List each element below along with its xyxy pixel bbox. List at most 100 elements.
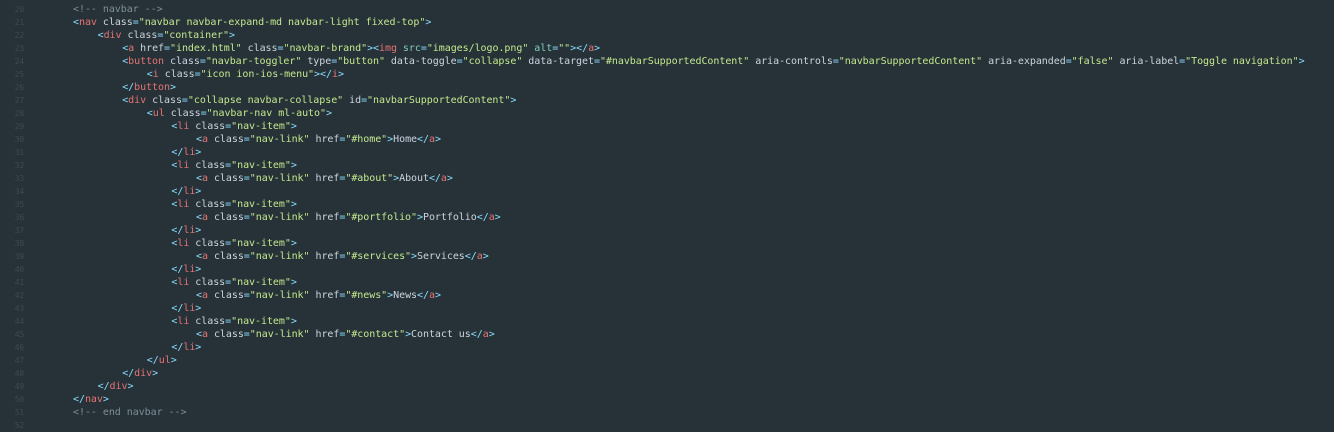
code-token-punct: </ bbox=[122, 368, 135, 379]
code-token-tag: ul bbox=[152, 108, 165, 119]
code-token-str: "nav-link" bbox=[249, 173, 310, 184]
code-token-punct: </ bbox=[146, 355, 159, 366]
code-line[interactable]: 24 <button class="navbar-toggler" type="b… bbox=[0, 55, 1334, 68]
code-line[interactable]: 35 <li class="nav-item"> bbox=[0, 198, 1334, 211]
code-line[interactable]: 40 </li> bbox=[0, 263, 1334, 276]
code-content: <li class="nav-item"> bbox=[122, 159, 297, 172]
code-token-punct: > bbox=[102, 394, 109, 405]
code-line[interactable]: 39 <a class="nav-link" href="#services">S… bbox=[0, 250, 1334, 263]
code-line[interactable]: 20 <!-- navbar --> bbox=[0, 3, 1334, 16]
code-content: </ul> bbox=[98, 354, 177, 367]
code-line[interactable]: 48 </div> bbox=[0, 367, 1334, 380]
code-token-punct: > bbox=[229, 30, 235, 41]
line-number: 34 bbox=[14, 187, 24, 196]
code-token-tag: div bbox=[134, 368, 153, 379]
code-line[interactable]: 44 <li class="nav-item"> bbox=[0, 315, 1334, 328]
code-token-punct: > bbox=[290, 160, 297, 171]
line-number: 20 bbox=[14, 5, 24, 14]
code-token-punct: > bbox=[127, 381, 134, 392]
code-line[interactable]: 47 </ul> bbox=[0, 354, 1334, 367]
code-editor[interactable]: 20 <!-- navbar --> 21 <nav class="navbar na… bbox=[0, 0, 1334, 430]
code-line[interactable]: 32 <li class="nav-item"> bbox=[0, 159, 1334, 172]
code-token-str: "#home" bbox=[345, 134, 388, 145]
code-content: </li> bbox=[122, 302, 201, 315]
code-token-tag: nav bbox=[84, 394, 103, 405]
code-token-str: "nav-item" bbox=[231, 160, 291, 171]
code-token-str: "nav-item" bbox=[231, 121, 291, 132]
code-token-text: Portfolio bbox=[422, 212, 477, 223]
code-token-str: "false" bbox=[1071, 56, 1114, 67]
code-token-punct: > bbox=[290, 121, 297, 132]
code-token-attr: class bbox=[158, 69, 195, 80]
code-line[interactable]: 29 <li class="nav-item"> bbox=[0, 120, 1334, 133]
code-token-tag: li bbox=[177, 121, 190, 132]
code-token-str: "Toggle navigation" bbox=[1185, 56, 1299, 67]
code-token-attr: class bbox=[207, 173, 244, 184]
code-token-tag: div bbox=[128, 95, 147, 106]
code-line[interactable]: 30 <a class="nav-link" href="#home">Home<… bbox=[0, 133, 1334, 146]
code-line[interactable]: 22 <div class="container"> bbox=[0, 29, 1334, 42]
line-number: 32 bbox=[14, 161, 24, 170]
code-token-attr: type bbox=[301, 56, 332, 67]
code-line[interactable]: 25 <i class="icon ion-ios-menu"></i> bbox=[0, 68, 1334, 81]
code-token-punct: ></ bbox=[570, 43, 589, 54]
code-line[interactable]: 42 <a class="nav-link" href="#news">News<… bbox=[0, 289, 1334, 302]
code-token-tag: li bbox=[183, 225, 196, 236]
code-token-str: "nav-item" bbox=[231, 199, 291, 210]
code-line[interactable]: 23 <a href="index.html" class="navbar-bra… bbox=[0, 42, 1334, 55]
code-token-punct: > bbox=[290, 277, 297, 288]
line-number: 38 bbox=[14, 239, 24, 248]
line-number: 23 bbox=[14, 44, 24, 53]
line-number: 43 bbox=[14, 304, 24, 313]
code-token-punct: > bbox=[325, 108, 332, 119]
code-line[interactable]: 33 <a class="nav-link" href="#about">Abou… bbox=[0, 172, 1334, 185]
code-line[interactable]: 46 </li> bbox=[0, 341, 1334, 354]
line-number: 37 bbox=[14, 226, 24, 235]
code-token-str: "nav-item" bbox=[231, 316, 291, 327]
code-token-attr: class bbox=[207, 329, 244, 340]
code-line[interactable]: 21 <nav class="navbar navbar-expand-md na… bbox=[0, 16, 1334, 29]
line-number: 40 bbox=[14, 265, 24, 274]
code-line[interactable]: 26 </button> bbox=[0, 81, 1334, 94]
code-line[interactable]: 52 bbox=[0, 419, 1334, 432]
code-line[interactable]: 37 </li> bbox=[0, 224, 1334, 237]
code-line[interactable]: 43 </li> bbox=[0, 302, 1334, 315]
code-token-punct: > bbox=[195, 225, 202, 236]
code-token-tag: li bbox=[177, 277, 190, 288]
code-token-punct: > bbox=[482, 251, 489, 262]
code-token-punct: > bbox=[169, 82, 176, 93]
code-token-attr: href bbox=[309, 173, 340, 184]
code-token-punct: </ bbox=[417, 134, 429, 145]
code-token-str: "nav-link" bbox=[249, 251, 310, 262]
code-line[interactable]: 31 </li> bbox=[0, 146, 1334, 159]
code-line[interactable]: 34 </li> bbox=[0, 185, 1334, 198]
code-line[interactable]: 41 <li class="nav-item"> bbox=[0, 276, 1334, 289]
code-token-punct: > bbox=[434, 290, 441, 301]
code-content: <nav class="navbar navbar-expand-md navb… bbox=[24, 16, 431, 29]
code-line[interactable]: 45 <a class="nav-link" href="#contact">Co… bbox=[0, 328, 1334, 341]
code-line[interactable]: 51 <!-- end navbar --> bbox=[0, 406, 1334, 419]
code-line[interactable]: 50 </nav> bbox=[0, 393, 1334, 406]
code-line[interactable]: 49 </div> bbox=[0, 380, 1334, 393]
line-number: 49 bbox=[14, 382, 24, 391]
code-token-punct: </ bbox=[476, 212, 489, 223]
code-token-attr: class bbox=[189, 277, 226, 288]
code-content: </div> bbox=[73, 367, 158, 380]
code-line[interactable]: 36 <a class="nav-link" href="#portfolio">… bbox=[0, 211, 1334, 224]
code-token-punct: </ bbox=[171, 342, 184, 353]
code-content: <!-- end navbar --> bbox=[24, 406, 187, 419]
line-number: 30 bbox=[14, 135, 24, 144]
code-token-punct: > bbox=[195, 186, 202, 197]
code-line[interactable]: 27 <div class="collapse navbar-collapse" … bbox=[0, 94, 1334, 107]
code-token-attr: class bbox=[207, 290, 244, 301]
code-token-punct: > bbox=[434, 134, 441, 145]
code-token-punct: > bbox=[488, 329, 495, 340]
code-token-attr2: alt bbox=[528, 43, 553, 54]
code-token-attr: data-target bbox=[522, 56, 594, 67]
code-content: <li class="nav-item"> bbox=[122, 120, 297, 133]
code-line[interactable]: 38 <li class="nav-item"> bbox=[0, 237, 1334, 250]
code-line[interactable]: 28 <ul class="navbar-nav ml-auto"> bbox=[0, 107, 1334, 120]
code-token-str: "navbarSupportedContent" bbox=[367, 95, 511, 106]
code-token-attr: aria-label bbox=[1113, 56, 1180, 67]
code-token-text: About bbox=[399, 173, 429, 184]
